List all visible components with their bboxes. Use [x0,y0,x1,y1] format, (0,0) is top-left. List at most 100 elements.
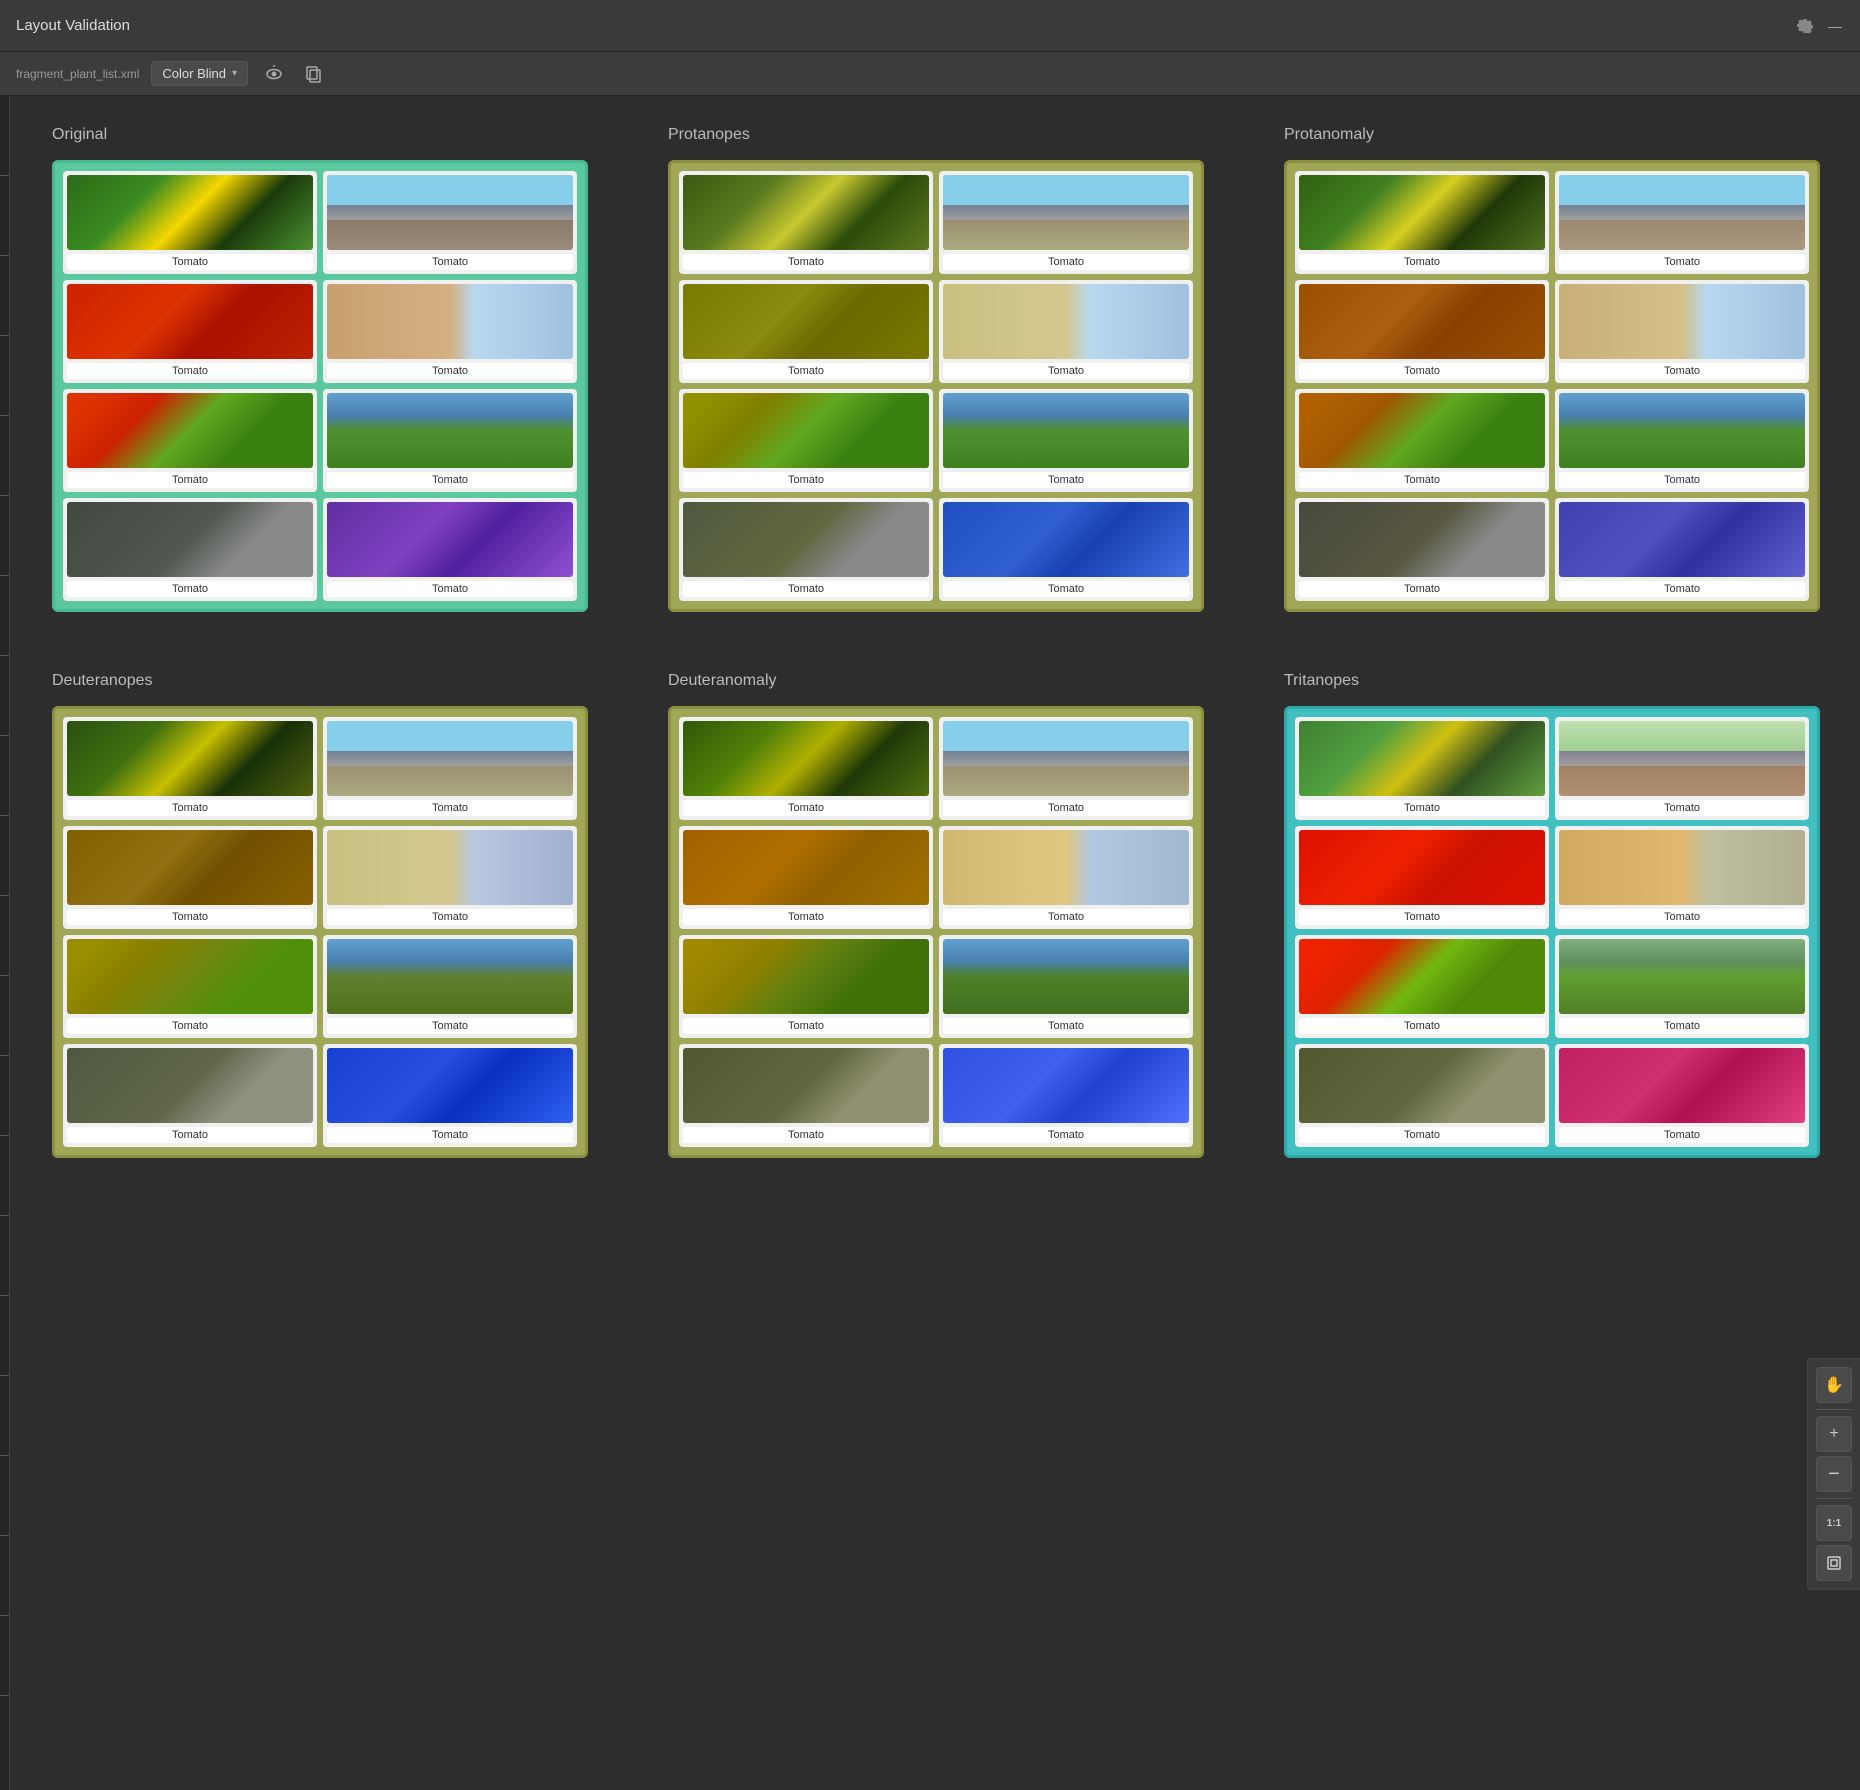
app-title: Layout Validation [16,17,130,34]
zoom-reset-button[interactable]: 1:1 [1816,1505,1852,1541]
color-blind-dropdown[interactable]: Color Blind ▾ [151,61,248,86]
card-image-protanomaly-3 [1559,284,1805,359]
list-item[interactable]: Tomato [63,389,317,492]
list-item[interactable]: Tomato [323,717,577,820]
list-item[interactable]: Tomato [1295,1044,1549,1147]
list-item[interactable]: Tomato [1555,935,1809,1038]
card-image-protanopes-4 [683,393,929,468]
list-item[interactable]: Tomato [679,826,933,929]
list-item[interactable]: Tomato [1555,826,1809,929]
copy-icon[interactable] [300,60,328,88]
list-item[interactable]: Tomato [1555,280,1809,383]
card-image-original-5 [327,393,573,468]
list-item[interactable]: Tomato [1295,171,1549,274]
list-item[interactable]: Tomato [63,171,317,274]
list-item[interactable]: Tomato [939,280,1193,383]
list-item[interactable]: Tomato [939,826,1193,929]
settings-icon[interactable] [1796,17,1814,35]
list-item[interactable]: Tomato [323,280,577,383]
card-label: Tomato [943,1127,1189,1143]
list-item[interactable]: Tomato [939,935,1193,1038]
card-image-deuteranopes-3 [327,830,573,905]
card-label: Tomato [67,800,313,816]
list-item[interactable]: Tomato [1555,389,1809,492]
card-label: Tomato [67,472,313,488]
list-item[interactable]: Tomato [63,498,317,601]
list-item[interactable]: Tomato [1555,1044,1809,1147]
card-label: Tomato [67,1018,313,1034]
card-image-protanomaly-4 [1299,393,1545,468]
list-item[interactable]: Tomato [63,280,317,383]
list-item[interactable]: Tomato [679,1044,933,1147]
list-item[interactable]: Tomato [679,280,933,383]
list-item[interactable]: Tomato [679,498,933,601]
eye-icon[interactable] [260,60,288,88]
card-image-original-0 [67,175,313,250]
list-item[interactable]: Tomato [63,935,317,1038]
list-item[interactable]: Tomato [1555,498,1809,601]
list-item[interactable]: Tomato [323,1044,577,1147]
main-area: OriginalTomatoTomatoTomatoTomatoTomatoTo… [12,96,1860,1188]
list-item[interactable]: Tomato [1555,717,1809,820]
list-item[interactable]: Tomato [939,717,1193,820]
panel-title-protanomaly: Protanomaly [1284,126,1820,144]
list-item[interactable]: Tomato [1295,389,1549,492]
list-item[interactable]: Tomato [323,826,577,929]
right-toolbar: ✋ + − 1:1 [1807,1358,1860,1590]
list-item[interactable]: Tomato [1295,826,1549,929]
list-item[interactable]: Tomato [323,935,577,1038]
card-image-deuteranopes-7 [327,1048,573,1123]
list-item[interactable]: Tomato [63,826,317,929]
list-item[interactable]: Tomato [679,171,933,274]
card-image-tritanopes-2 [1299,830,1545,905]
card-image-deuteranopes-2 [67,830,313,905]
list-item[interactable]: Tomato [679,389,933,492]
card-image-protanopes-0 [683,175,929,250]
card-image-tritanopes-7 [1559,1048,1805,1123]
list-item[interactable]: Tomato [939,498,1193,601]
card-image-deuteranomaly-4 [683,939,929,1014]
list-item[interactable]: Tomato [679,717,933,820]
list-item[interactable]: Tomato [1555,171,1809,274]
card-image-original-4 [67,393,313,468]
hand-tool-button[interactable]: ✋ [1816,1367,1852,1403]
card-image-original-3 [327,284,573,359]
list-item[interactable]: Tomato [1295,498,1549,601]
list-item[interactable]: Tomato [323,498,577,601]
list-item[interactable]: Tomato [63,1044,317,1147]
title-bar-left: Layout Validation [16,17,130,34]
list-item[interactable]: Tomato [323,389,577,492]
card-label: Tomato [943,472,1189,488]
card-label: Tomato [1299,254,1545,270]
panel-protanopes: ProtanopesTomatoTomatoTomatoTomatoTomato… [668,126,1204,612]
card-label: Tomato [67,1127,313,1143]
card-label: Tomato [1559,254,1805,270]
title-bar-icons: — [1796,17,1844,35]
fit-screen-button[interactable] [1816,1545,1852,1581]
minimize-icon[interactable]: — [1826,17,1844,35]
card-image-protanopes-6 [683,502,929,577]
list-item[interactable]: Tomato [1295,280,1549,383]
card-container-deuteranopes: TomatoTomatoTomatoTomatoTomatoTomatoToma… [52,706,588,1158]
card-image-deuteranomaly-6 [683,1048,929,1123]
list-item[interactable]: Tomato [63,717,317,820]
list-item[interactable]: Tomato [323,171,577,274]
card-label: Tomato [1299,581,1545,597]
card-label: Tomato [1559,909,1805,925]
card-label: Tomato [1299,800,1545,816]
tool-divider-1 [1816,1409,1852,1410]
list-item[interactable]: Tomato [939,389,1193,492]
zoom-out-button[interactable]: − [1816,1456,1852,1492]
card-label: Tomato [327,254,573,270]
list-item[interactable]: Tomato [1295,935,1549,1038]
list-item[interactable]: Tomato [939,1044,1193,1147]
card-label: Tomato [1559,1018,1805,1034]
card-image-tritanopes-5 [1559,939,1805,1014]
card-label: Tomato [1299,363,1545,379]
zoom-in-button[interactable]: + [1816,1416,1852,1452]
list-item[interactable]: Tomato [1295,717,1549,820]
card-label: Tomato [1299,1018,1545,1034]
card-label: Tomato [943,800,1189,816]
list-item[interactable]: Tomato [939,171,1193,274]
list-item[interactable]: Tomato [679,935,933,1038]
